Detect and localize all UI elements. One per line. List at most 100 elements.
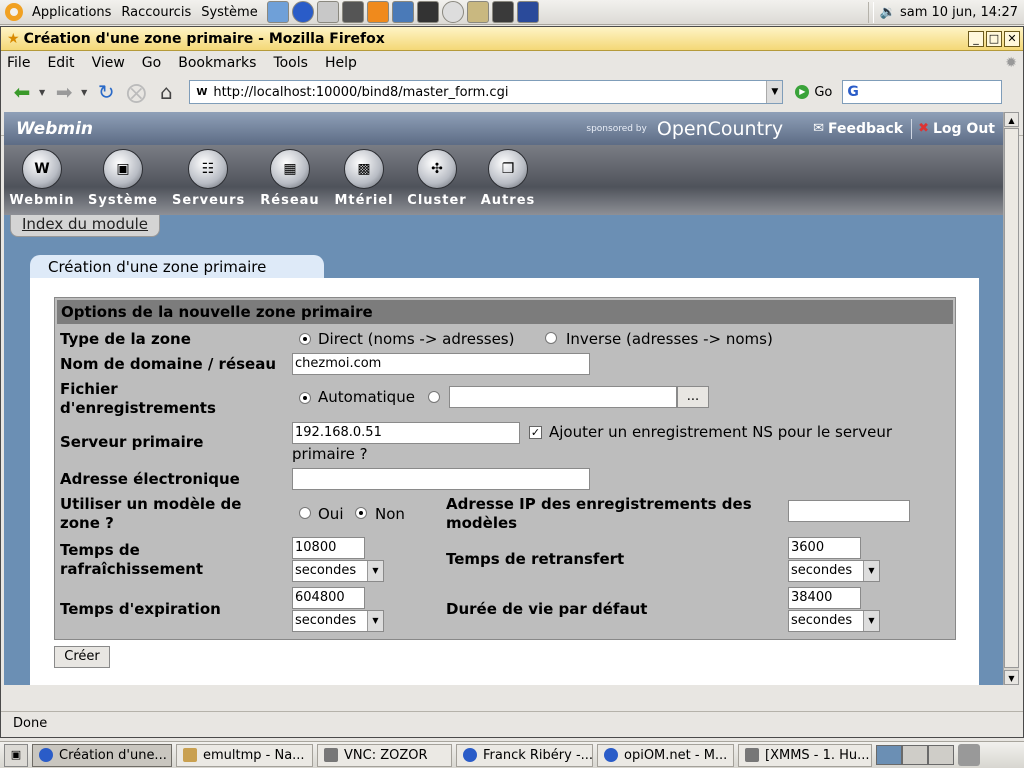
stop-button[interactable]: ⨂ (123, 79, 149, 105)
retry-unit-select[interactable]: secondes ▼ (788, 560, 880, 582)
menu-bookmarks[interactable]: Bookmarks (178, 55, 256, 71)
search-box[interactable]: G (842, 80, 1003, 104)
back-history-dropdown[interactable]: ▼ (39, 88, 45, 97)
trash-icon[interactable] (958, 744, 980, 766)
show-desktop-button[interactable]: ▣ (4, 743, 28, 767)
messenger-launcher-icon[interactable] (266, 1, 289, 23)
forward-button[interactable]: ➡ (51, 79, 77, 105)
records-file-auto-radio[interactable] (299, 392, 311, 404)
records-file-browse-button[interactable]: ... (677, 386, 709, 408)
task-vnc[interactable]: VNC: ZOZOR (317, 743, 452, 767)
logout-icon: ✖ (918, 121, 929, 136)
bluetooth-icon[interactable] (516, 1, 539, 23)
module-index-link[interactable]: Index du module (10, 215, 160, 237)
category-serveurs[interactable]: ☷ Serveurs (172, 149, 244, 208)
firefox-window-icon: ★ (7, 30, 20, 47)
domain-input[interactable]: chezmoi.com (292, 353, 590, 375)
url-bar[interactable]: W http://localhost:10000/bind8/master_fo… (189, 80, 784, 104)
feedback-link[interactable]: Feedback (828, 121, 903, 137)
scroll-up-arrow-icon[interactable]: ▲ (1004, 112, 1019, 127)
menu-systeme[interactable]: Système (196, 5, 262, 20)
records-file-custom-radio[interactable] (428, 391, 440, 403)
mail-launcher-icon[interactable] (316, 1, 339, 23)
refresh-input[interactable]: 10800 (292, 537, 365, 559)
template-ip-input[interactable] (788, 500, 910, 522)
notes-launcher-icon[interactable] (466, 1, 489, 23)
records-file-auto-label[interactable]: Automatique (318, 388, 415, 407)
go-button[interactable]: ▶ Go (795, 85, 832, 100)
task-xmms[interactable]: [XMMS - 1. Hu... (738, 743, 872, 767)
create-button[interactable]: Créer (54, 646, 110, 668)
webmin-logo[interactable]: Webmin (16, 119, 93, 139)
category-webmin[interactable]: W Webmin (6, 149, 78, 208)
vlc-launcher-icon[interactable] (366, 1, 389, 23)
menu-help[interactable]: Help (325, 55, 357, 71)
menu-raccourcis[interactable]: Raccourcis (116, 5, 196, 20)
clock[interactable]: sam 10 jun, 14:27 (896, 5, 1024, 20)
expire-unit-select[interactable]: secondes ▼ (292, 610, 384, 632)
menu-view[interactable]: View (92, 55, 125, 71)
scrollbar-thumb[interactable] (1004, 128, 1019, 668)
workspace-2[interactable] (902, 745, 928, 765)
network-launcher-icon[interactable] (391, 1, 414, 23)
clock-launcher-icon[interactable] (441, 1, 464, 23)
task-firefox-opiom[interactable]: opiOM.net - M... (597, 743, 734, 767)
close-button[interactable]: ✕ (1004, 30, 1020, 47)
home-button[interactable]: ⌂ (153, 79, 179, 105)
url-history-dropdown[interactable]: ▼ (766, 81, 783, 103)
category-autres[interactable]: ❐ Autres (472, 149, 544, 208)
opencountry-logo[interactable]: OpenCountry (657, 118, 783, 140)
xmms-launcher-icon[interactable] (416, 1, 439, 23)
workspace-3[interactable] (928, 745, 954, 765)
logout-link[interactable]: Log Out (933, 121, 995, 137)
terminal-launcher-icon[interactable] (491, 1, 514, 23)
zone-type-direct-label[interactable]: Direct (noms -> adresses) (318, 330, 514, 349)
task-firefox-ribery[interactable]: Franck Ribéry -... (456, 743, 593, 767)
vertical-scrollbar[interactable]: ▲ ▼ (1003, 112, 1019, 685)
menu-edit[interactable]: Edit (47, 55, 74, 71)
task-nautilus[interactable]: emultmp - Na... (176, 743, 313, 767)
domain-label: Nom de domaine / réseau (60, 355, 277, 373)
category-materiel[interactable]: ▩ Mtériel (328, 149, 400, 208)
volume-icon[interactable]: 🔉 (880, 5, 896, 20)
forward-history-dropdown[interactable]: ▼ (81, 88, 87, 97)
scroll-down-arrow-icon[interactable]: ▼ (1004, 670, 1019, 685)
ubuntu-logo-icon[interactable] (5, 3, 23, 21)
menu-tools[interactable]: Tools (273, 55, 308, 71)
primary-server-input[interactable]: 192.168.0.51 (292, 422, 520, 444)
calculator-launcher-icon[interactable] (341, 1, 364, 23)
template-yes-label[interactable]: Oui (318, 505, 343, 524)
reload-button[interactable]: ↻ (93, 79, 119, 105)
ttl-unit-select[interactable]: secondes ▼ (788, 610, 880, 632)
window-titlebar[interactable]: ★ Création d'une zone primaire - Mozilla… (1, 27, 1023, 51)
back-button[interactable]: ⬅ (9, 79, 35, 105)
retry-input[interactable]: 3600 (788, 537, 861, 559)
category-systeme[interactable]: ▣ Système (87, 149, 159, 208)
minimize-button[interactable]: _ (968, 30, 984, 47)
google-search-icon[interactable]: G (847, 84, 859, 100)
menu-go[interactable]: Go (142, 55, 161, 71)
url-text[interactable]: http://localhost:10000/bind8/master_form… (213, 85, 766, 100)
add-ns-record-checkbox[interactable]: ✓ (529, 426, 542, 439)
add-ns-record-label-line2[interactable]: primaire ? (292, 445, 368, 464)
maximize-button[interactable]: □ (986, 30, 1002, 47)
workspace-1[interactable] (876, 745, 902, 765)
category-reseau[interactable]: ▦ Réseau (254, 149, 326, 208)
task-firefox-webmin[interactable]: Création d'une... (32, 743, 172, 767)
category-cluster[interactable]: ✣ Cluster (401, 149, 473, 208)
email-input[interactable] (292, 468, 590, 490)
refresh-unit-select[interactable]: secondes ▼ (292, 560, 384, 582)
zone-type-inverse-label[interactable]: Inverse (adresses -> noms) (566, 330, 773, 349)
ttl-input[interactable]: 38400 (788, 587, 861, 609)
expire-input[interactable]: 604800 (292, 587, 365, 609)
zone-type-direct-radio[interactable] (299, 333, 311, 345)
add-ns-record-label-line1[interactable]: Ajouter un enregistrement NS pour le ser… (549, 423, 892, 442)
template-yes-radio[interactable] (299, 507, 311, 519)
template-no-radio[interactable] (355, 507, 367, 519)
menu-applications[interactable]: Applications (27, 5, 116, 20)
firefox-launcher-icon[interactable] (291, 1, 314, 23)
menu-file[interactable]: File (7, 55, 30, 71)
records-file-input[interactable] (449, 386, 677, 408)
zone-type-inverse-radio[interactable] (545, 332, 557, 344)
template-no-label[interactable]: Non (375, 505, 405, 524)
